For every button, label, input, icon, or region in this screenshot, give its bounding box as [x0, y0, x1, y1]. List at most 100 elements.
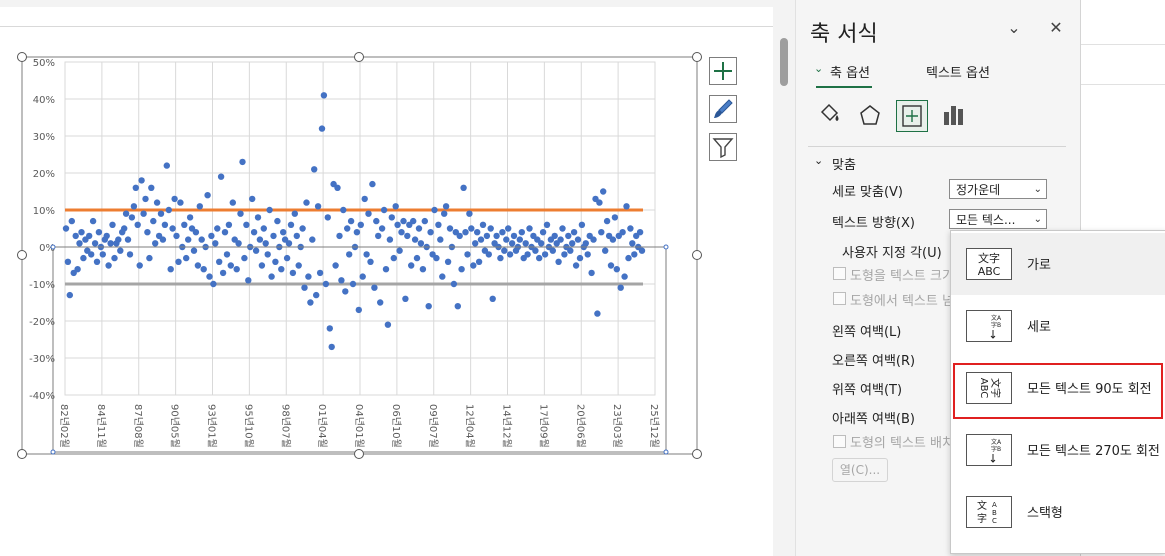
data-point[interactable]	[435, 221, 442, 228]
data-point[interactable]	[274, 217, 281, 225]
option-stacked[interactable]: 文字ABC 스택형	[951, 481, 1165, 543]
data-point[interactable]	[590, 236, 597, 243]
data-point[interactable]	[212, 240, 219, 247]
data-point[interactable]	[303, 199, 310, 206]
data-point[interactable]	[439, 273, 446, 280]
section-title-alignment[interactable]: 맞춤	[832, 154, 856, 173]
data-point[interactable]	[237, 210, 244, 217]
data-point[interactable]	[161, 221, 169, 228]
data-point[interactable]	[454, 303, 461, 310]
data-point[interactable]	[386, 236, 394, 243]
data-point[interactable]	[472, 240, 479, 247]
data-point[interactable]	[107, 240, 114, 247]
data-point[interactable]	[410, 217, 417, 225]
data-point[interactable]	[390, 254, 397, 262]
data-point[interactable]	[411, 236, 419, 243]
data-point[interactable]	[165, 206, 172, 214]
data-point[interactable]	[299, 225, 306, 232]
data-point[interactable]	[493, 232, 500, 240]
chart-styles-button[interactable]	[709, 95, 737, 123]
data-point[interactable]	[287, 221, 295, 228]
data-point[interactable]	[80, 254, 87, 262]
data-point[interactable]	[336, 232, 343, 240]
data-point[interactable]	[138, 177, 145, 184]
option-vertical[interactable]: 文A 字B 세로	[951, 295, 1165, 357]
data-point[interactable]	[613, 266, 620, 273]
data-point[interactable]	[157, 210, 165, 217]
data-point[interactable]	[607, 262, 615, 269]
data-point[interactable]	[291, 210, 298, 217]
data-point[interactable]	[332, 262, 339, 269]
data-point[interactable]	[192, 229, 200, 236]
data-point[interactable]	[460, 184, 467, 191]
data-point[interactable]	[272, 258, 279, 265]
data-point[interactable]	[392, 203, 399, 210]
data-point[interactable]	[623, 203, 630, 210]
data-point[interactable]	[377, 299, 384, 306]
data-point[interactable]	[338, 277, 345, 284]
data-point[interactable]	[347, 217, 355, 225]
data-point[interactable]	[346, 251, 353, 258]
data-point[interactable]	[322, 280, 330, 288]
data-point[interactable]	[258, 262, 266, 269]
data-point[interactable]	[402, 295, 409, 302]
resize-shape-checkbox[interactable]	[833, 267, 846, 280]
data-point[interactable]	[518, 229, 525, 236]
data-point[interactable]	[334, 184, 341, 191]
data-point[interactable]	[446, 225, 454, 232]
data-point[interactable]	[431, 206, 438, 214]
effects-tab[interactable]	[855, 100, 885, 130]
vertical-align-select[interactable]: 정가운데 ⌄	[949, 179, 1047, 199]
data-point[interactable]	[584, 251, 591, 258]
data-point[interactable]	[342, 288, 349, 295]
data-point[interactable]	[243, 221, 250, 228]
data-point[interactable]	[499, 229, 506, 236]
data-point[interactable]	[214, 225, 221, 232]
data-point[interactable]	[557, 236, 564, 243]
data-point[interactable]	[283, 254, 291, 262]
data-point[interactable]	[497, 254, 504, 262]
data-point[interactable]	[78, 229, 85, 236]
data-point[interactable]	[582, 240, 589, 247]
data-point[interactable]	[524, 251, 531, 258]
data-point[interactable]	[378, 225, 386, 232]
data-point[interactable]	[103, 232, 110, 240]
data-point[interactable]	[132, 184, 139, 191]
data-point[interactable]	[105, 262, 112, 269]
data-point[interactable]	[309, 236, 316, 243]
data-point[interactable]	[349, 280, 357, 288]
data-point[interactable]	[72, 232, 79, 240]
data-point[interactable]	[217, 173, 225, 180]
data-point[interactable]	[285, 240, 293, 247]
data-point[interactable]	[400, 217, 407, 225]
data-point[interactable]	[252, 247, 260, 254]
data-point[interactable]	[88, 251, 95, 258]
data-point[interactable]	[619, 229, 626, 236]
data-point[interactable]	[62, 225, 70, 232]
columns-button[interactable]: 열(C)...	[832, 458, 888, 482]
data-point[interactable]	[437, 236, 444, 243]
data-point[interactable]	[109, 221, 116, 228]
data-point[interactable]	[380, 206, 388, 214]
data-point[interactable]	[314, 203, 322, 210]
data-point[interactable]	[425, 303, 432, 310]
rotate-text-checkbox[interactable]	[833, 435, 846, 448]
data-point[interactable]	[565, 232, 572, 240]
data-point[interactable]	[510, 232, 518, 240]
option-rotate-270[interactable]: 文A 字B 모든 텍스트 270도 회전	[951, 419, 1165, 481]
data-point[interactable]	[194, 262, 202, 269]
data-point[interactable]	[359, 273, 366, 280]
data-point[interactable]	[91, 240, 99, 247]
data-point[interactable]	[522, 240, 529, 247]
data-point[interactable]	[466, 210, 473, 217]
data-point[interactable]	[357, 221, 364, 228]
option-horizontal[interactable]: 文字 ABC 가로	[951, 233, 1165, 295]
fill-line-tab[interactable]	[814, 100, 844, 130]
text-direction-select[interactable]: 모든 텍스... ⌄	[949, 209, 1047, 229]
data-point[interactable]	[233, 266, 240, 273]
chevron-down-icon[interactable]: ⌄	[1004, 18, 1024, 38]
data-point[interactable]	[186, 214, 194, 221]
data-point[interactable]	[266, 206, 273, 214]
data-point[interactable]	[611, 214, 619, 221]
data-point[interactable]	[177, 199, 184, 206]
